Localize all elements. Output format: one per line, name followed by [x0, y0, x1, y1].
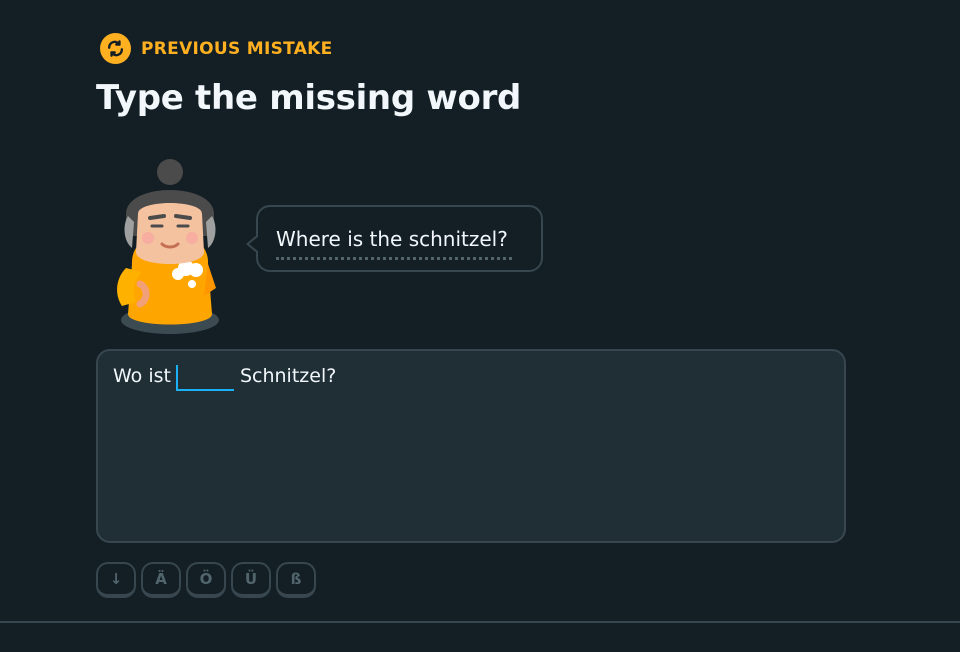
- sentence-before: Wo ist: [113, 365, 171, 387]
- sentence-after: Schnitzel?: [239, 365, 337, 387]
- key-eszett[interactable]: ß: [276, 562, 316, 598]
- repeat-arrows-icon: [100, 33, 131, 64]
- previous-mistake-label: PREVIOUS MISTAKE: [141, 38, 333, 59]
- key-u-umlaut[interactable]: Ü: [231, 562, 271, 598]
- toggle-keyboard-button[interactable]: ↓: [96, 562, 136, 598]
- footer-divider: [0, 621, 960, 623]
- special-characters-bar: ↓ Ä Ö Ü ß: [96, 562, 316, 598]
- key-a-umlaut[interactable]: Ä: [141, 562, 181, 598]
- lesson-page: PREVIOUS MISTAKE Type the missing word W…: [0, 0, 960, 652]
- fill-in-sentence: Wo ist Schnitzel?: [113, 365, 336, 391]
- key-o-umlaut[interactable]: Ö: [186, 562, 226, 598]
- character-avatar: [108, 156, 232, 340]
- page-title: Type the missing word: [96, 78, 522, 118]
- prompt-text[interactable]: Where is the schnitzel?: [276, 227, 508, 251]
- previous-mistake-badge: PREVIOUS MISTAKE: [100, 33, 333, 64]
- missing-word-input[interactable]: [175, 365, 234, 391]
- answer-box: Wo ist Schnitzel?: [96, 349, 846, 543]
- hint-underline: [276, 257, 512, 260]
- speech-bubble: Where is the schnitzel?: [246, 205, 543, 272]
